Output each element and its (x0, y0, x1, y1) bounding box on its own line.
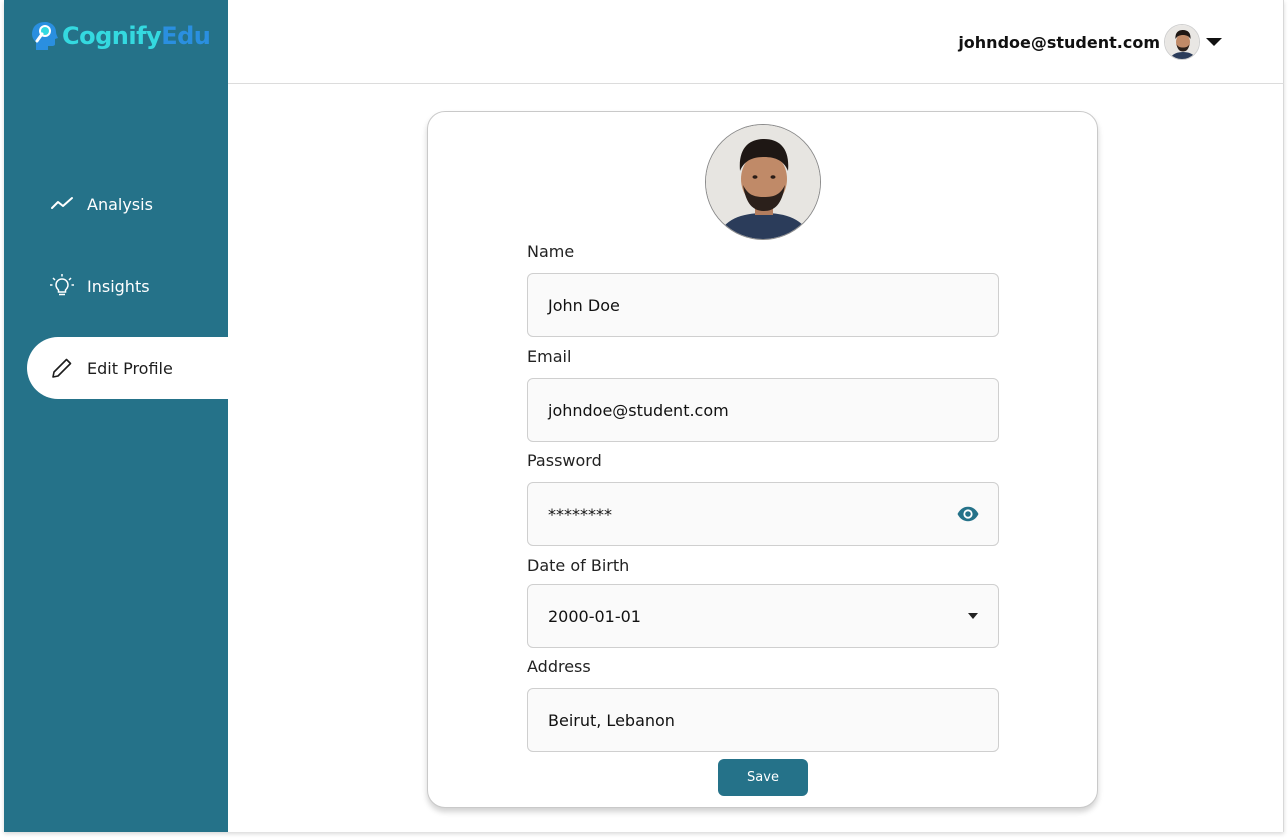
brand-logo[interactable]: CognifyEdu (30, 20, 211, 52)
name-label: Name (527, 242, 575, 261)
user-avatar[interactable] (1164, 24, 1200, 60)
address-value: Beirut, Lebanon (548, 710, 675, 730)
caret-down-icon[interactable] (966, 612, 980, 620)
sidebar-item-analysis[interactable]: Analysis (27, 173, 228, 235)
trend-line-icon (49, 191, 75, 217)
sidebar: CognifyEdu Analysis Insights Edit Profil… (4, 0, 228, 832)
email-field[interactable]: johndoe@student.com (527, 378, 999, 442)
app-window: CognifyEdu Analysis Insights Edit Profil… (4, 0, 1284, 832)
user-email: johndoe@student.com (958, 32, 1160, 52)
sidebar-item-insights[interactable]: Insights (27, 255, 228, 317)
address-field[interactable]: Beirut, Lebanon (527, 688, 999, 752)
email-label: Email (527, 347, 572, 366)
top-bar: johndoe@student.com (228, 0, 1284, 84)
brand-name-part1: Cognify (62, 22, 162, 50)
eye-icon[interactable] (956, 502, 980, 526)
dob-select[interactable]: 2000-01-01 (527, 584, 999, 648)
sidebar-item-label: Insights (87, 276, 150, 296)
address-label: Address (527, 657, 591, 676)
dob-value: 2000-01-01 (548, 606, 641, 626)
sidebar-item-label: Analysis (87, 194, 153, 214)
sidebar-item-edit-profile[interactable]: Edit Profile (27, 337, 228, 399)
save-button[interactable]: Save (718, 759, 808, 796)
lightbulb-icon (49, 273, 75, 299)
name-value: John Doe (548, 295, 620, 315)
password-value: ******** (548, 504, 612, 524)
password-label: Password (527, 451, 602, 470)
brain-head-logo-icon (32, 22, 58, 50)
sidebar-item-label: Edit Profile (87, 358, 173, 378)
user-menu[interactable]: johndoe@student.com (958, 24, 1222, 60)
caret-down-icon[interactable] (1206, 38, 1222, 46)
brand-name-part2: Edu (161, 22, 211, 50)
profile-photo[interactable] (705, 124, 821, 240)
dob-label: Date of Birth (527, 556, 630, 575)
edit-profile-card: Name John Doe Email johndoe@student.com … (427, 111, 1098, 808)
password-field[interactable]: ******** (527, 482, 999, 546)
name-field[interactable]: John Doe (527, 273, 999, 337)
email-value: johndoe@student.com (548, 400, 729, 420)
pencil-icon (49, 355, 75, 381)
